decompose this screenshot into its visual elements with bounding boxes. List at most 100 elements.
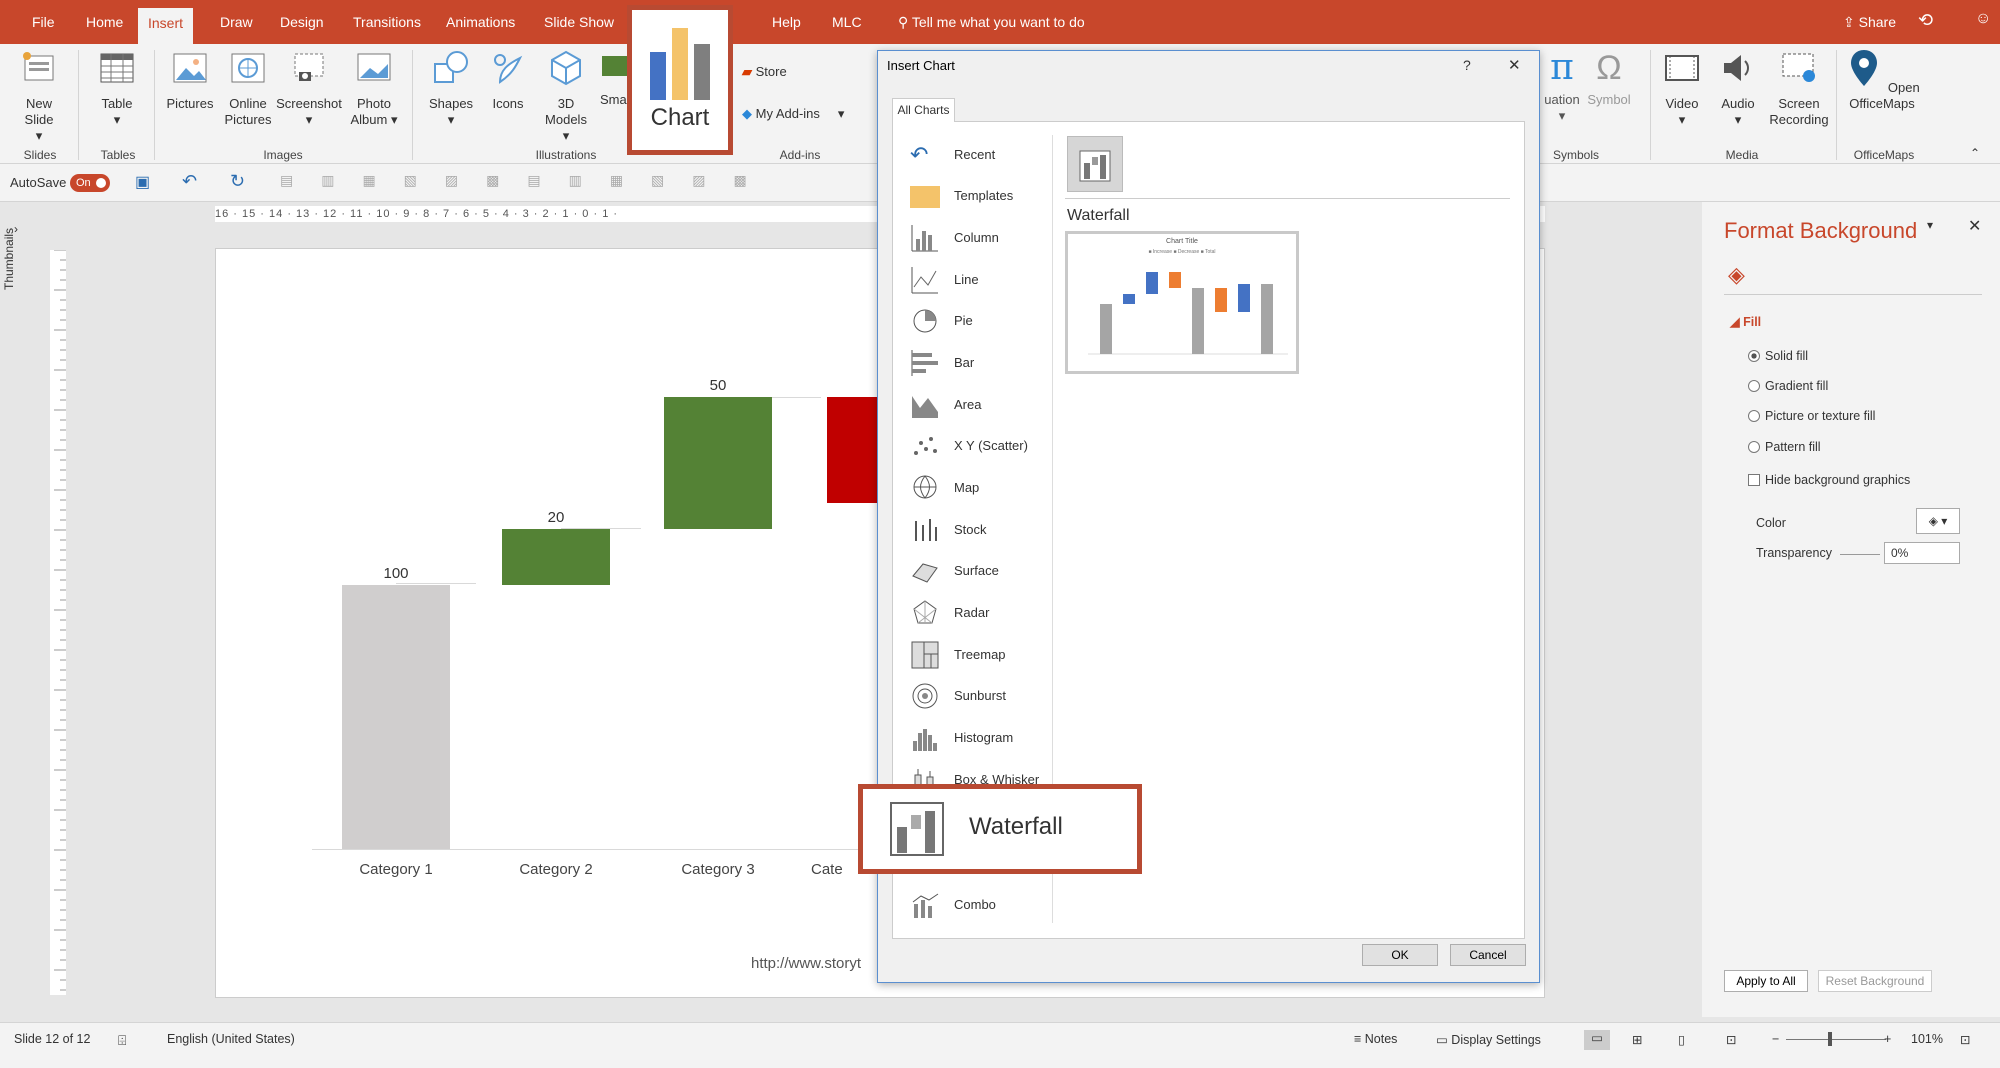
chart-type-combo[interactable]: Combo: [908, 887, 1048, 923]
gradient-fill-label[interactable]: Gradient fill: [1765, 379, 1828, 393]
zoom-slider-thumb[interactable]: [1828, 1032, 1832, 1046]
normal-view-icon[interactable]: ▭: [1584, 1030, 1610, 1050]
waterfall-subtype-thumb[interactable]: [1067, 136, 1123, 192]
apply-to-all-button[interactable]: Apply to All: [1724, 970, 1808, 992]
tab-insert[interactable]: Insert: [138, 8, 194, 44]
picture-fill-radio[interactable]: [1748, 410, 1760, 422]
chart-type-scatter[interactable]: X Y (Scatter): [908, 428, 1048, 464]
shapes-button[interactable]: Shapes ▾: [426, 48, 476, 128]
transparency-slider[interactable]: [1840, 554, 1880, 555]
zoom-out-button[interactable]: −: [1772, 1032, 1779, 1046]
symbol-button[interactable]: Ω Symbol: [1584, 48, 1634, 108]
cancel-button[interactable]: Cancel: [1450, 944, 1526, 966]
collapse-ribbon-icon[interactable]: ⌃: [1970, 146, 1980, 160]
chart-type-bar[interactable]: Bar: [908, 345, 1048, 381]
fit-to-window-icon[interactable]: ⊡: [1960, 1032, 1970, 1047]
chart-type-histogram[interactable]: Histogram: [908, 720, 1048, 756]
new-slide-button[interactable]: New Slide ▾: [14, 48, 64, 144]
audio-button[interactable]: Audio ▾: [1716, 48, 1760, 128]
chart-type-area[interactable]: Area: [908, 387, 1048, 423]
tab-file[interactable]: File: [22, 0, 65, 44]
pictures-button[interactable]: Pictures: [164, 48, 216, 112]
tab-animations[interactable]: Animations: [436, 0, 525, 44]
chart-type-templates[interactable]: Templates: [908, 178, 1048, 214]
table-icon: [100, 53, 134, 83]
zoom-slider-track[interactable]: [1786, 1039, 1886, 1040]
notes-button[interactable]: ≡ Notes: [1354, 1032, 1397, 1046]
picture-fill-label[interactable]: Picture or texture fill: [1765, 409, 1875, 423]
chart-type-pie[interactable]: Pie: [908, 303, 1048, 339]
display-settings-button[interactable]: ▭ Display Settings: [1436, 1032, 1541, 1047]
waterfall-bar[interactable]: [664, 397, 772, 529]
paint-bucket-icon[interactable]: ◈: [1728, 262, 1745, 288]
dialog-help-button[interactable]: ?: [1463, 57, 1471, 73]
tab-draw[interactable]: Draw: [210, 0, 263, 44]
tell-me-search[interactable]: ⚲ Tell me what you want to do: [898, 0, 1085, 44]
pane-close-button[interactable]: ✕: [1968, 216, 1981, 236]
chart-type-sunburst[interactable]: Sunburst: [908, 678, 1048, 714]
column-chart-icon: [911, 225, 938, 252]
waterfall-bar[interactable]: [502, 529, 610, 585]
gradient-fill-radio[interactable]: [1748, 380, 1760, 392]
slideshow-icon[interactable]: ⊡: [1726, 1032, 1736, 1047]
table-button[interactable]: Table ▾: [94, 48, 140, 128]
waterfall-bar[interactable]: [342, 585, 450, 849]
equation-button[interactable]: π uation ▾: [1540, 48, 1584, 124]
chart-type-column[interactable]: Column: [908, 220, 1048, 256]
zoom-in-button[interactable]: +: [1884, 1032, 1891, 1046]
color-picker-button[interactable]: ◈ ▾: [1916, 508, 1960, 534]
slide-sorter-icon[interactable]: ⊞: [1632, 1032, 1642, 1047]
pattern-fill-label[interactable]: Pattern fill: [1765, 440, 1821, 454]
redo-icon[interactable]: ↻: [230, 171, 245, 192]
share-button[interactable]: ⇪ Share: [1843, 0, 1896, 44]
language-status[interactable]: English (United States): [167, 1032, 295, 1046]
3d-models-button[interactable]: 3D Models ▾: [540, 48, 592, 144]
tab-help[interactable]: Help: [762, 0, 811, 44]
hide-bg-checkbox[interactable]: [1748, 474, 1760, 486]
tab-design[interactable]: Design: [270, 0, 334, 44]
chart-type-map[interactable]: Map: [908, 470, 1048, 506]
tab-transitions[interactable]: Transitions: [343, 0, 431, 44]
pane-options-dropdown[interactable]: ▾: [1927, 218, 1933, 232]
chart-type-recent[interactable]: ↶ Recent: [908, 137, 1048, 173]
spell-check-icon[interactable]: ⌹: [118, 1032, 126, 1049]
open-officemaps-button[interactable]: Open OfficeMaps: [1844, 48, 1920, 112]
autosave-toggle[interactable]: On: [70, 174, 110, 192]
dialog-close-button[interactable]: ✕: [1508, 56, 1521, 74]
search-icon: ⚲: [898, 14, 912, 30]
tab-home[interactable]: Home: [76, 0, 133, 44]
chart-preview[interactable]: Chart Title ■ Increase ■ Decrease ■ Tota…: [1065, 231, 1299, 374]
undo-icon[interactable]: ↶: [182, 171, 197, 192]
smartart-button[interactable]: Smar: [600, 48, 630, 108]
photo-album-button[interactable]: Photo Album ▾: [346, 48, 402, 128]
solid-fill-label[interactable]: Solid fill: [1765, 349, 1808, 363]
thumbnails-label[interactable]: Thumbnails: [2, 228, 16, 290]
tab-all-charts[interactable]: All Charts: [892, 98, 955, 122]
transparency-input[interactable]: 0%: [1884, 542, 1960, 564]
video-button[interactable]: Video ▾: [1660, 48, 1704, 128]
chart-type-line[interactable]: Line: [908, 262, 1048, 298]
pattern-fill-radio[interactable]: [1748, 441, 1760, 453]
reading-view-icon[interactable]: ▯: [1678, 1032, 1685, 1047]
reset-background-button[interactable]: Reset Background: [1818, 970, 1932, 992]
smiley-icon[interactable]: ☺: [1975, 10, 1991, 28]
solid-fill-radio[interactable]: [1748, 350, 1760, 362]
history-icon[interactable]: ⟲: [1918, 10, 1933, 31]
chart-type-surface[interactable]: Surface: [908, 553, 1048, 589]
online-pictures-button[interactable]: Online Pictures: [220, 48, 276, 128]
screenshot-button[interactable]: Screenshot ▾: [276, 48, 342, 128]
icons-button[interactable]: Icons: [486, 48, 530, 112]
screen-recording-button[interactable]: Screen Recording: [1768, 48, 1830, 128]
chart-type-stock[interactable]: Stock: [908, 512, 1048, 548]
save-icon[interactable]: ▣: [135, 172, 150, 192]
tab-slide-show[interactable]: Slide Show: [534, 0, 624, 44]
chart-type-radar[interactable]: Radar: [908, 595, 1048, 631]
store-button[interactable]: ▰ Store: [742, 64, 787, 80]
chart-type-treemap[interactable]: Treemap: [908, 637, 1048, 673]
fill-section-toggle[interactable]: ◢ Fill: [1730, 314, 1761, 329]
ok-button[interactable]: OK: [1362, 944, 1438, 966]
my-addins-button[interactable]: ◆ My Add-ins ▾: [742, 106, 844, 122]
hide-bg-label[interactable]: Hide background graphics: [1765, 473, 1910, 487]
tab-mlc[interactable]: MLC: [822, 0, 872, 44]
zoom-level[interactable]: 101%: [1911, 1032, 1943, 1046]
